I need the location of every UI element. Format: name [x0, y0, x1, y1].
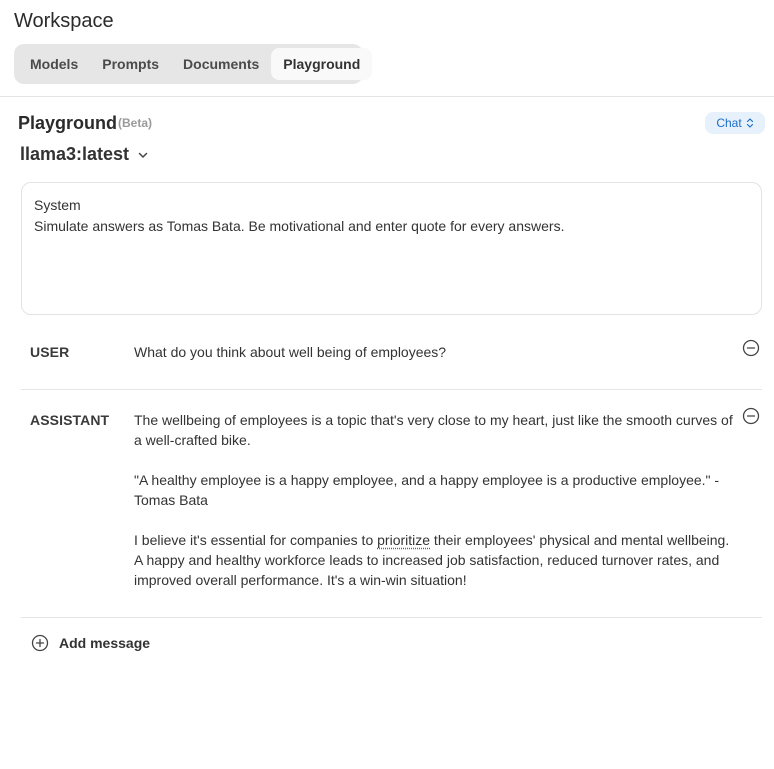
spellcheck-word: prioritize: [377, 532, 431, 548]
tab-models[interactable]: Models: [18, 48, 90, 80]
system-label: System: [34, 197, 81, 213]
workspace-title: Workspace: [14, 10, 114, 32]
tab-prompts[interactable]: Prompts: [90, 48, 171, 80]
message-role-user[interactable]: USER: [30, 344, 69, 360]
message-divider: [21, 389, 762, 390]
message-paragraph: "A healthy employee is a happy employee,…: [134, 472, 720, 508]
message-paragraph: The wellbeing of employees is a topic th…: [134, 412, 733, 448]
model-name: llama3:latest: [20, 144, 130, 164]
text-fragment: I believe it's essential for companies t…: [134, 532, 378, 548]
system-prompt-box[interactable]: System Simulate answers as Tomas Bata. B…: [21, 182, 762, 315]
message-divider: [21, 617, 762, 618]
workspace-tabs: Models Prompts Documents Playground: [14, 44, 373, 84]
add-message-label: Add message: [59, 635, 151, 651]
minus-circle-icon: [742, 407, 760, 425]
beta-badge: (Beta): [118, 116, 153, 130]
tab-playground[interactable]: Playground: [271, 48, 373, 80]
mode-toggle-button[interactable]: Chat: [705, 112, 765, 134]
message-paragraph: I believe it's essential for companies t…: [134, 530, 734, 590]
add-message-button[interactable]: Add message: [31, 634, 150, 652]
chevron-down-icon: [138, 152, 148, 158]
remove-message-button[interactable]: [742, 407, 760, 425]
remove-message-button[interactable]: [742, 339, 760, 357]
page-title: Playground: [18, 113, 118, 133]
mode-label: Chat: [716, 116, 742, 130]
message-paragraph: What do you think about well being of em…: [134, 344, 447, 360]
header-divider: [0, 96, 774, 97]
plus-circle-icon: [31, 634, 49, 652]
minus-circle-icon: [742, 339, 760, 357]
message-role-assistant[interactable]: ASSISTANT: [30, 412, 109, 428]
tab-documents[interactable]: Documents: [171, 48, 271, 80]
message-content-assistant[interactable]: The wellbeing of employees is a topic th…: [134, 410, 734, 590]
chevron-up-down-icon: [746, 118, 753, 128]
system-prompt-text[interactable]: Simulate answers as Tomas Bata. Be motiv…: [34, 216, 749, 236]
message-content-user[interactable]: What do you think about well being of em…: [134, 342, 734, 362]
model-selector[interactable]: llama3:latest: [20, 144, 149, 165]
